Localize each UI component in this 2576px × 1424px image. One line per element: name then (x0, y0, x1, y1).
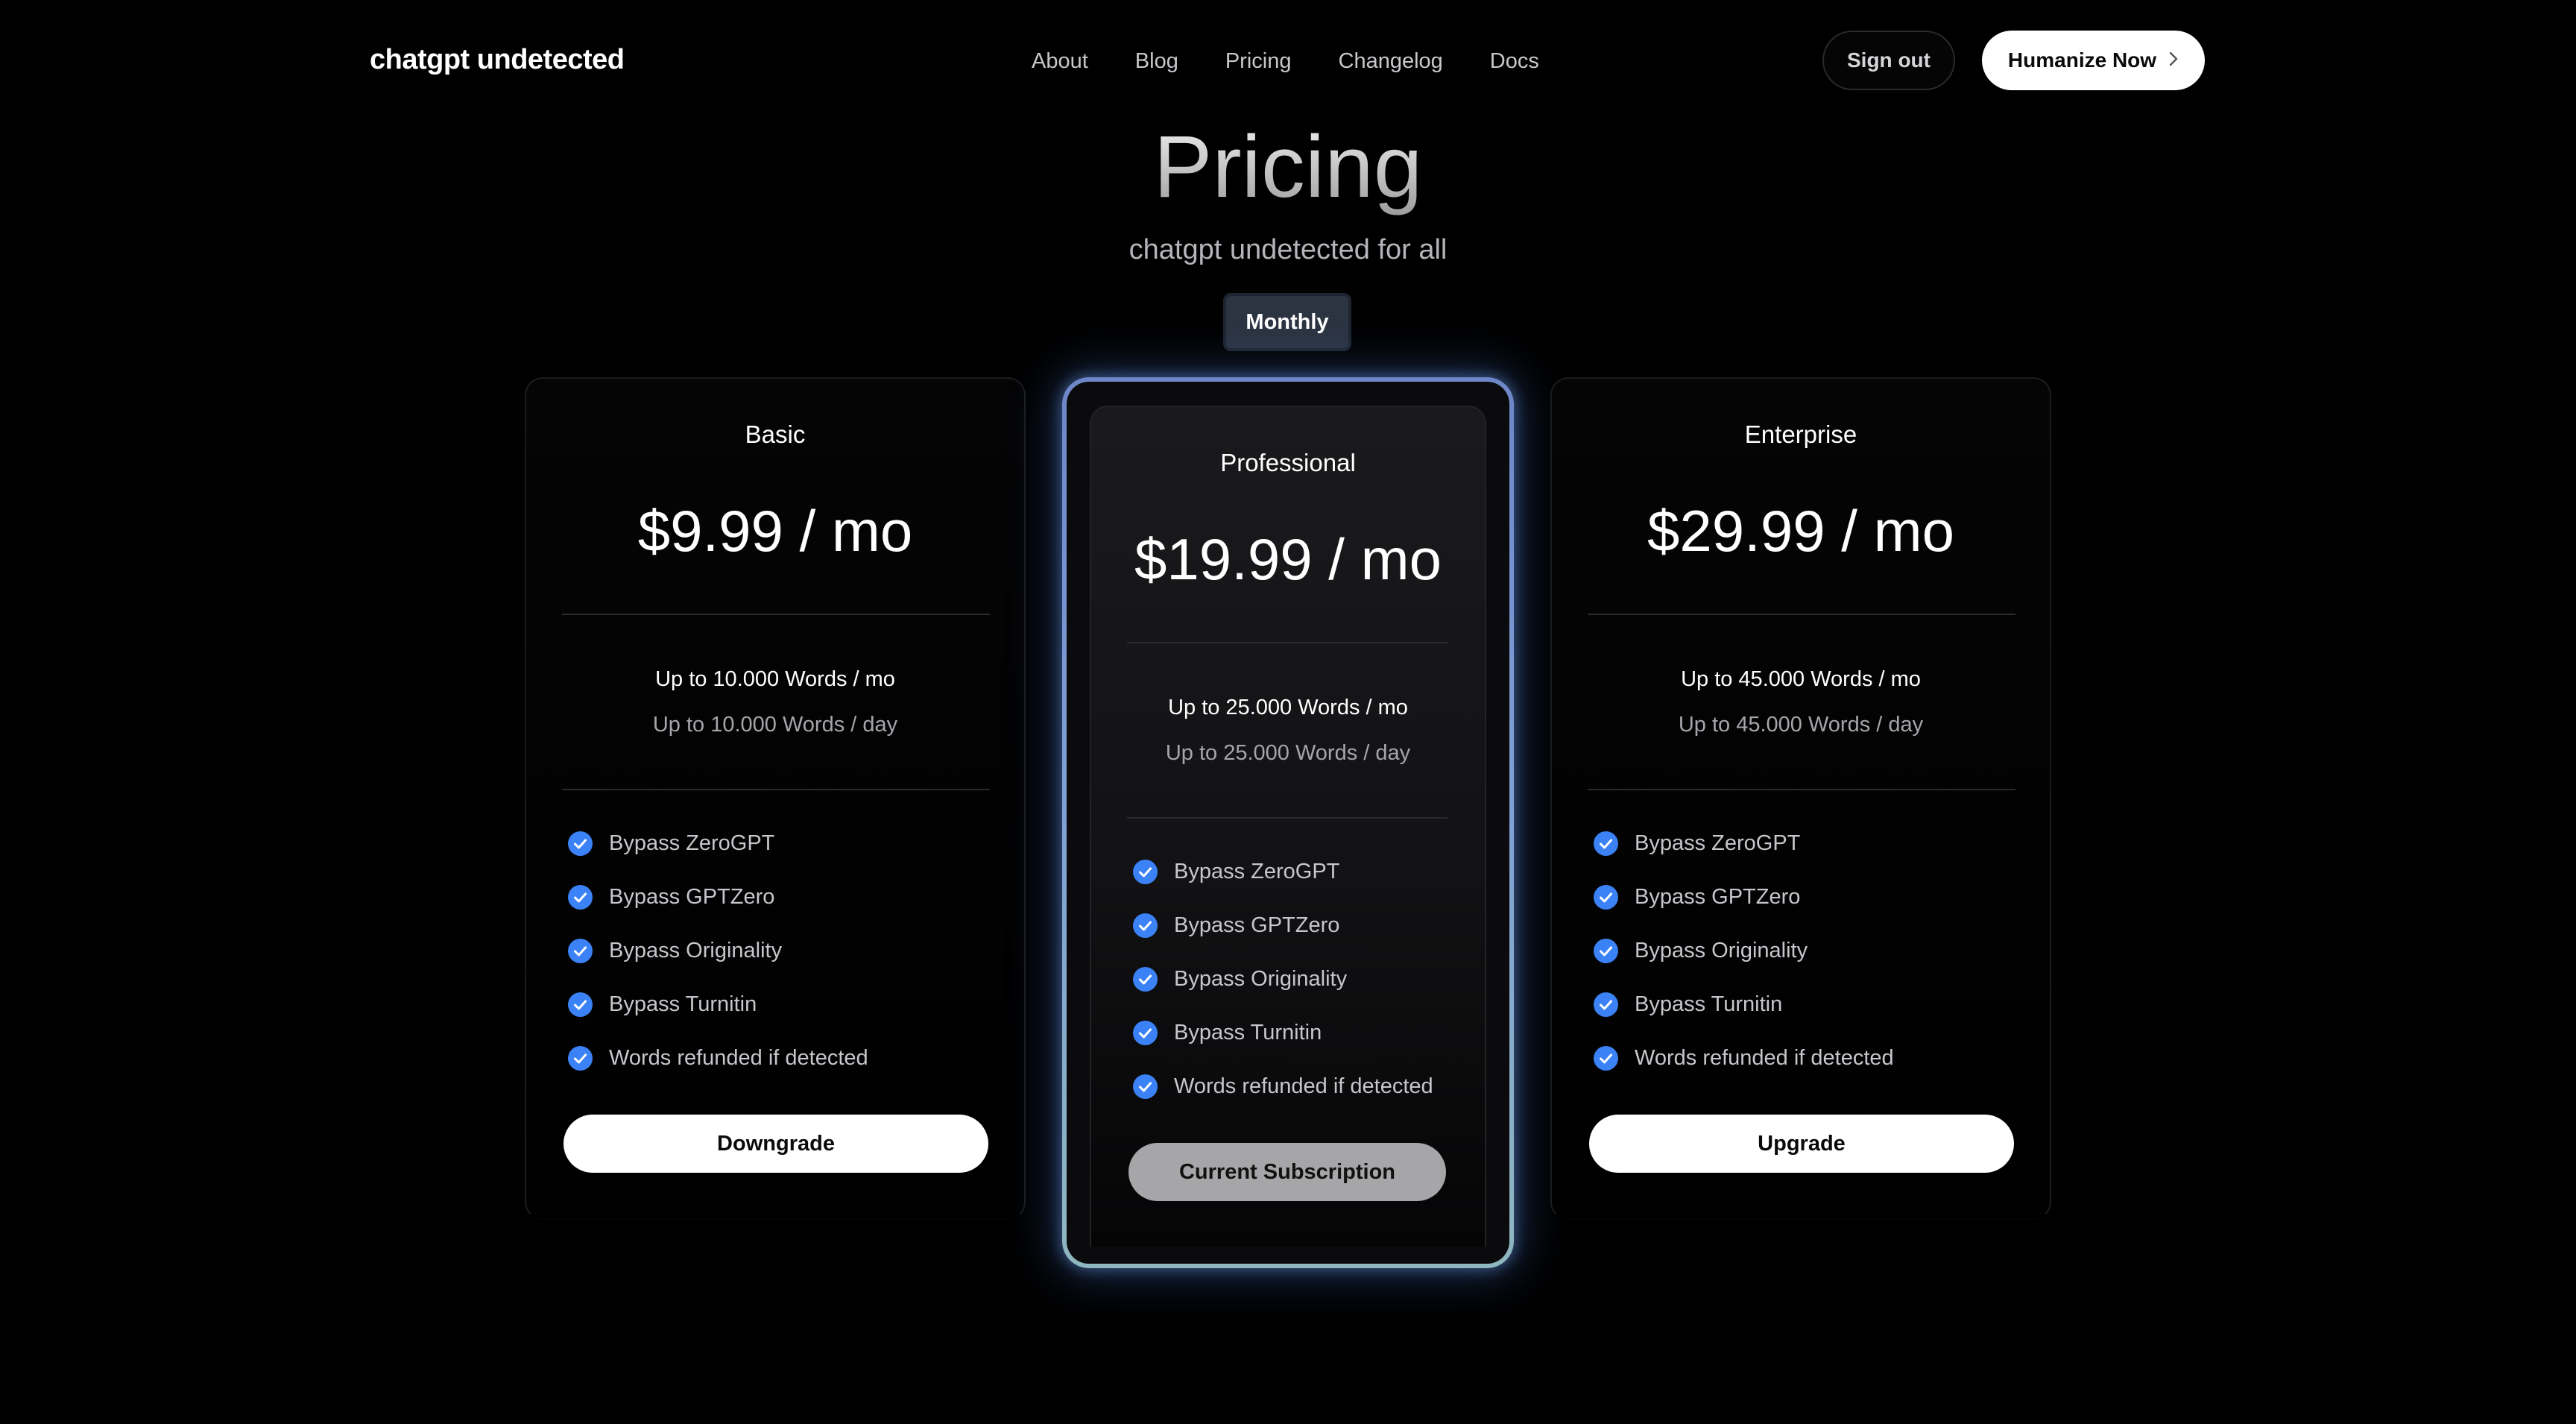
humanize-now-label: Humanize Now (2007, 48, 2157, 72)
nav-changelog[interactable]: Changelog (1339, 46, 1443, 76)
feature-item: Bypass Turnitin (1133, 1018, 1322, 1047)
quota-monthly: Up to 45.000 Words / mo (1681, 667, 1921, 691)
check-circle-icon (1133, 966, 1158, 992)
page-title: Pricing (0, 115, 2576, 219)
quota-monthly: Up to 10.000 Words / mo (655, 667, 895, 691)
check-circle-icon (568, 831, 593, 856)
feature-label: Words refunded if detected (1174, 1074, 1433, 1098)
feature-item: Bypass ZeroGPT (568, 828, 774, 858)
top-navbar: chatgpt undetected About Blog Pricing Ch… (0, 0, 2576, 122)
plan-card-professional: Professional $19.99 / mo Up to 25.000 Wo… (1062, 377, 1514, 1268)
sign-out-label: Sign out (1847, 48, 1931, 72)
quota-daily: Up to 45.000 Words / day (1678, 713, 1924, 737)
feature-label: Bypass Turnitin (1635, 992, 1783, 1016)
divider (1588, 789, 2015, 790)
divider (562, 789, 990, 790)
feature-label: Bypass ZeroGPT (1174, 860, 1340, 883)
check-circle-icon (1133, 913, 1158, 938)
feature-label: Bypass Turnitin (609, 992, 757, 1016)
sign-out-button[interactable]: Sign out (1822, 31, 1955, 90)
billing-toggle-label: Monthly (1246, 309, 1329, 334)
feature-item: Bypass GPTZero (1594, 882, 1800, 912)
plan-card-basic: Basic $9.99 / mo Up to 10.000 Words / mo… (525, 377, 1026, 1220)
feature-label: Bypass ZeroGPT (609, 831, 775, 855)
plan-name: Basic (745, 420, 806, 448)
nav-pricing[interactable]: Pricing (1225, 46, 1292, 76)
feature-item: Bypass GPTZero (568, 882, 774, 912)
feature-item: Bypass Originality (1594, 936, 1808, 965)
nav-docs[interactable]: Docs (1490, 46, 1539, 76)
check-circle-icon (1594, 831, 1618, 856)
feature-label: Words refunded if detected (1635, 1046, 1894, 1070)
plan-card-enterprise: Enterprise $29.99 / mo Up to 45.000 Word… (1550, 377, 2051, 1220)
humanize-now-button[interactable]: Humanize Now (1982, 31, 2205, 90)
feature-item: Bypass Originality (568, 936, 782, 965)
brand-logo[interactable]: chatgpt undetected (370, 40, 625, 79)
feature-label: Bypass Turnitin (1174, 1021, 1322, 1045)
page-subtitle: chatgpt undetected for all (1128, 234, 1448, 265)
nav-blog[interactable]: Blog (1135, 46, 1178, 76)
feature-item: Bypass Originality (1133, 964, 1347, 994)
plan-price: $9.99 / mo (637, 498, 913, 564)
chevron-right-icon (2168, 49, 2179, 72)
feature-item: Words refunded if detected (1594, 1043, 1894, 1073)
check-circle-icon (1133, 1020, 1158, 1045)
divider (1588, 614, 2015, 615)
feature-label: Bypass Originality (609, 939, 783, 963)
check-circle-icon (1594, 884, 1618, 910)
check-circle-icon (1594, 992, 1618, 1017)
plan-name: Enterprise (1744, 420, 1857, 448)
check-circle-icon (568, 938, 593, 963)
feature-label: Bypass GPTZero (1174, 913, 1340, 937)
feature-label: Bypass GPTZero (609, 885, 775, 909)
check-circle-icon (1594, 938, 1618, 963)
feature-item: Bypass ZeroGPT (1594, 828, 1800, 858)
nav-about[interactable]: About (1032, 46, 1088, 76)
plan-price: $19.99 / mo (1134, 526, 1442, 592)
downgrade-button[interactable]: Downgrade (564, 1115, 988, 1173)
feature-label: Bypass Originality (1174, 967, 1348, 991)
feature-item: Bypass ZeroGPT (1133, 857, 1339, 886)
feature-label: Bypass ZeroGPT (1635, 831, 1801, 855)
upgrade-button[interactable]: Upgrade (1589, 1115, 2014, 1173)
quota-monthly: Up to 25.000 Words / mo (1168, 696, 1408, 719)
feature-item: Words refunded if detected (1133, 1071, 1433, 1101)
main-nav: About Blog Pricing Changelog Docs (1032, 46, 1539, 76)
check-circle-icon (1133, 1074, 1158, 1099)
quota-daily: Up to 10.000 Words / day (652, 713, 898, 737)
divider (1127, 817, 1448, 819)
plan-price: $29.99 / mo (1647, 498, 1954, 564)
feature-label: Words refunded if detected (609, 1046, 868, 1070)
divider (1127, 642, 1448, 643)
feature-label: Bypass GPTZero (1635, 885, 1801, 909)
feature-item: Words refunded if detected (568, 1043, 868, 1073)
feature-item: Bypass Turnitin (568, 989, 757, 1019)
check-circle-icon (568, 884, 593, 910)
divider (562, 614, 990, 615)
feature-item: Bypass Turnitin (1594, 989, 1782, 1019)
current-subscription-label: Current Subscription (1178, 1159, 1395, 1184)
current-subscription-button[interactable]: Current Subscription (1128, 1143, 1446, 1201)
feature-label: Bypass Originality (1635, 939, 1808, 963)
plan-name: Professional (1220, 449, 1356, 476)
check-circle-icon (1133, 859, 1158, 884)
check-circle-icon (1594, 1045, 1618, 1071)
billing-toggle-monthly[interactable]: Monthly (1223, 293, 1351, 351)
plan-card-professional-inner: Professional $19.99 / mo Up to 25.000 Wo… (1090, 406, 1486, 1247)
downgrade-label: Downgrade (717, 1131, 835, 1156)
feature-item: Bypass GPTZero (1133, 910, 1339, 940)
upgrade-label: Upgrade (1758, 1131, 1846, 1156)
check-circle-icon (568, 992, 593, 1017)
check-circle-icon (568, 1045, 593, 1071)
quota-daily: Up to 25.000 Words / day (1165, 741, 1411, 765)
